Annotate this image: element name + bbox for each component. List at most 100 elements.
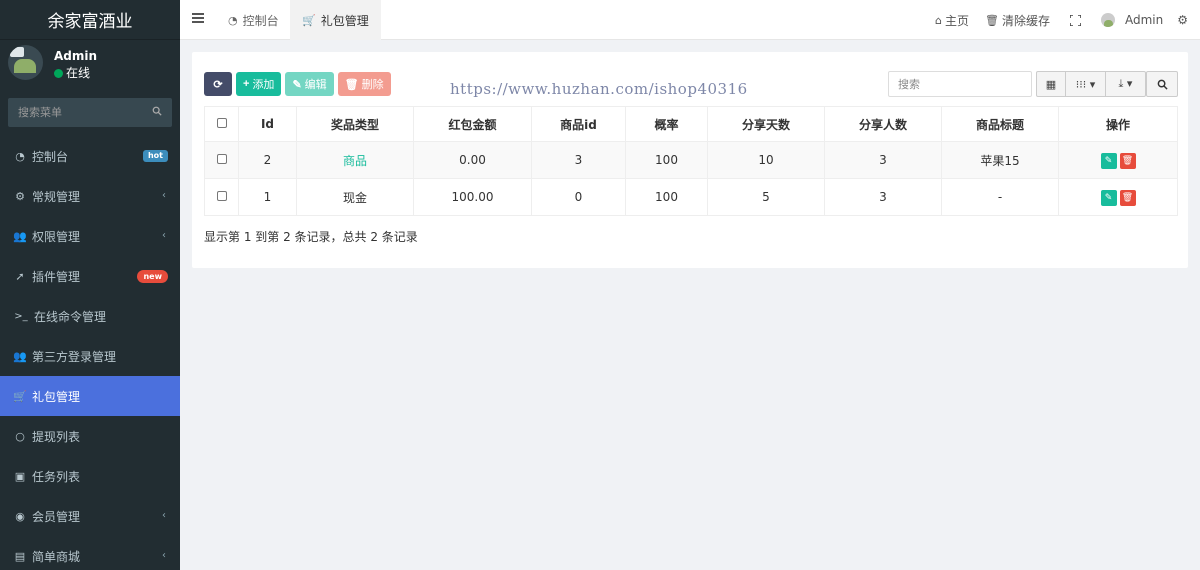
hot-badge: hot (142, 150, 168, 162)
fullscreen-button[interactable] (1058, 14, 1093, 26)
shopping-bag-icon: ▤ (14, 549, 26, 563)
pagination-info: 显示第 1 到第 2 条记录，总共 2 条记录 (204, 230, 418, 244)
table-icon: ▦ (1045, 77, 1057, 91)
cell-share-days: 10 (707, 141, 825, 179)
sidebar-item-withdraw-list[interactable]: ○ 提现列表 (0, 416, 180, 456)
select-all-checkbox[interactable] (216, 118, 227, 128)
circle-icon: ○ (15, 429, 25, 443)
cell-share-users: 3 (824, 141, 942, 179)
new-badge: new (137, 270, 168, 283)
search-button[interactable] (1146, 71, 1178, 97)
menu-toggle-icon[interactable] (192, 13, 204, 23)
plus-icon: + (243, 78, 250, 90)
cell-share-days: 5 (707, 178, 825, 216)
table-header-row: Id 奖品类型 红包金额 商品id 概率 分享天数 分享人数 商品标题 操作 (204, 106, 1178, 142)
columns-button[interactable]: ⁝⁝⁝ ▾ (1066, 71, 1106, 97)
sidebar-search-input[interactable] (8, 106, 148, 119)
sidebar-item-permissions[interactable]: 👥 权限管理 ‹ (0, 216, 180, 256)
edit-button[interactable]: ✎ 编辑 (285, 72, 334, 96)
fullscreen-icon (1069, 14, 1081, 26)
avatar (8, 45, 43, 80)
edit-label: 编辑 (304, 79, 327, 91)
user-menu[interactable]: Admin (1093, 13, 1173, 27)
column-header[interactable]: 商品标题 (941, 106, 1059, 142)
brand-logo[interactable]: 余家富酒业 (0, 0, 180, 40)
row-edit-button[interactable]: ✎ (1100, 152, 1117, 169)
sidebar: 余家富酒业 Admin 在线 ◔ 控制台 hot ⚙ 常规管理 ‹ 👥 (0, 0, 180, 570)
settings-button[interactable]: ⚙ (1173, 13, 1200, 27)
row-checkbox[interactable] (216, 154, 227, 164)
sidebar-item-task-list[interactable]: ▣ 任务列表 (0, 456, 180, 496)
add-button[interactable]: + 添加 (236, 72, 282, 96)
avatar (1100, 13, 1115, 27)
column-header: 操作 (1058, 106, 1178, 142)
row-edit-button[interactable]: ✎ (1100, 189, 1117, 206)
table-row[interactable]: 2 商品 0.00 3 100 10 3 苹果15 ✎ 🗑 (204, 141, 1178, 179)
sidebar-item-members[interactable]: ◉ 会员管理 ‹ (0, 496, 180, 536)
trash-icon: 🗑 (344, 78, 359, 91)
cell-rate: 100 (625, 178, 708, 216)
cell-goods-id: 3 (531, 141, 626, 179)
admin-label: Admin (1124, 13, 1164, 27)
pencil-icon: ✎ (292, 78, 302, 91)
row-delete-button[interactable]: 🗑 (1119, 152, 1136, 169)
table-search-input[interactable] (889, 72, 1031, 96)
cell-share-users: 3 (824, 178, 942, 216)
sidebar-item-label: 插件管理 (32, 269, 81, 284)
sidebar-item-label: 权限管理 (32, 229, 81, 244)
user-panel: Admin 在线 (0, 40, 180, 90)
column-header[interactable]: 分享天数 (707, 106, 825, 142)
select-all-cell (204, 106, 239, 142)
toggle-view-button[interactable]: ▦ (1036, 71, 1066, 97)
terminal-icon: >_ (14, 310, 28, 322)
column-header[interactable]: 概率 (625, 106, 708, 142)
sidebar-item-simple-shop[interactable]: ▤ 简单商城 ‹ (0, 536, 180, 570)
sidebar-item-third-party-login[interactable]: 👥 第三方登录管理 (0, 336, 180, 376)
group-icon: 👥 (13, 349, 27, 363)
dashboard-icon: ◔ (228, 13, 238, 27)
sidebar-item-label: 会员管理 (32, 509, 81, 524)
tab-dashboard[interactable]: ◔ 控制台 (216, 0, 291, 40)
column-header[interactable]: 红包金额 (413, 106, 532, 142)
tab-label: 礼包管理 (320, 13, 369, 28)
search-icon[interactable] (152, 106, 162, 116)
sidebar-item-dashboard[interactable]: ◔ 控制台 hot (0, 136, 180, 176)
cell-id: 1 (238, 178, 297, 216)
data-table: Id 奖品类型 红包金额 商品id 概率 分享天数 分享人数 商品标题 操作 2… (204, 106, 1178, 216)
column-header[interactable]: 分享人数 (824, 106, 942, 142)
clear-cache-button[interactable]: 🗑 清除缓存 (977, 12, 1058, 29)
sidebar-item-command[interactable]: >_ 在线命令管理 (0, 296, 180, 336)
online-dot-icon (54, 68, 63, 78)
type-link[interactable]: 商品 (343, 154, 367, 168)
sidebar-search (8, 98, 172, 127)
sidebar-item-general[interactable]: ⚙ 常规管理 ‹ (0, 176, 180, 216)
table-row[interactable]: 1 现金 100.00 0 100 5 3 - ✎ 🗑 (204, 178, 1178, 216)
home-icon: ⌂ (935, 13, 942, 27)
column-header[interactable]: Id (238, 106, 297, 142)
delete-button[interactable]: 🗑 删除 (337, 72, 391, 96)
row-checkbox[interactable] (216, 191, 227, 201)
home-link[interactable]: ⌂ 主页 (927, 12, 977, 29)
user-circle-icon: ◉ (15, 509, 25, 523)
sidebar-item-label: 提现列表 (32, 429, 81, 444)
home-label: 主页 (944, 13, 969, 28)
sidebar-item-label: 简单商城 (32, 549, 81, 564)
sidebar-item-plugins[interactable]: ➚ 插件管理 new (0, 256, 180, 296)
column-header[interactable]: 奖品类型 (296, 106, 414, 142)
tab-gift-pack[interactable]: 🛒 礼包管理 (290, 0, 381, 40)
cell-actions: ✎ 🗑 (1058, 141, 1178, 179)
sidebar-item-gift-pack[interactable]: 🛒 礼包管理 (0, 376, 180, 416)
top-header: ◔ 控制台 🛒 礼包管理 ⌂ 主页 🗑 清除缓存 Admin ⚙ (180, 0, 1200, 40)
toolbar: ⟳ + 添加 ✎ 编辑 🗑 删除 (204, 72, 395, 96)
refresh-button[interactable]: ⟳ (204, 72, 232, 96)
cogs-icon: ⚙ (15, 189, 25, 203)
dashboard-icon: ◔ (15, 149, 25, 163)
content-panel: ⟳ + 添加 ✎ 编辑 🗑 删除 https://www.huzhan.com/… (192, 52, 1188, 268)
cell-type: 现金 (296, 178, 414, 216)
add-label: 添加 (252, 79, 275, 91)
cell-title: 苹果15 (941, 141, 1059, 179)
row-delete-button[interactable]: 🗑 (1119, 189, 1136, 206)
column-header[interactable]: 商品id (531, 106, 626, 142)
export-button[interactable]: ⤓ ▾ (1106, 71, 1146, 97)
refresh-icon: ⟳ (213, 78, 223, 91)
